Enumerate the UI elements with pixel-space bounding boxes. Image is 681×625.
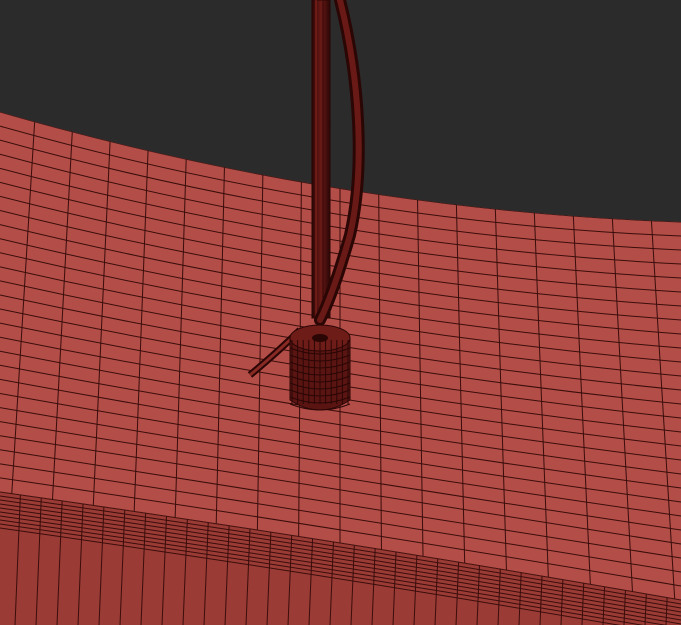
cable-connector[interactable] [289,324,351,411]
viewport-canvas[interactable] [0,0,681,625]
3d-viewport[interactable]: 3d-viewport-wireframe [0,0,681,625]
